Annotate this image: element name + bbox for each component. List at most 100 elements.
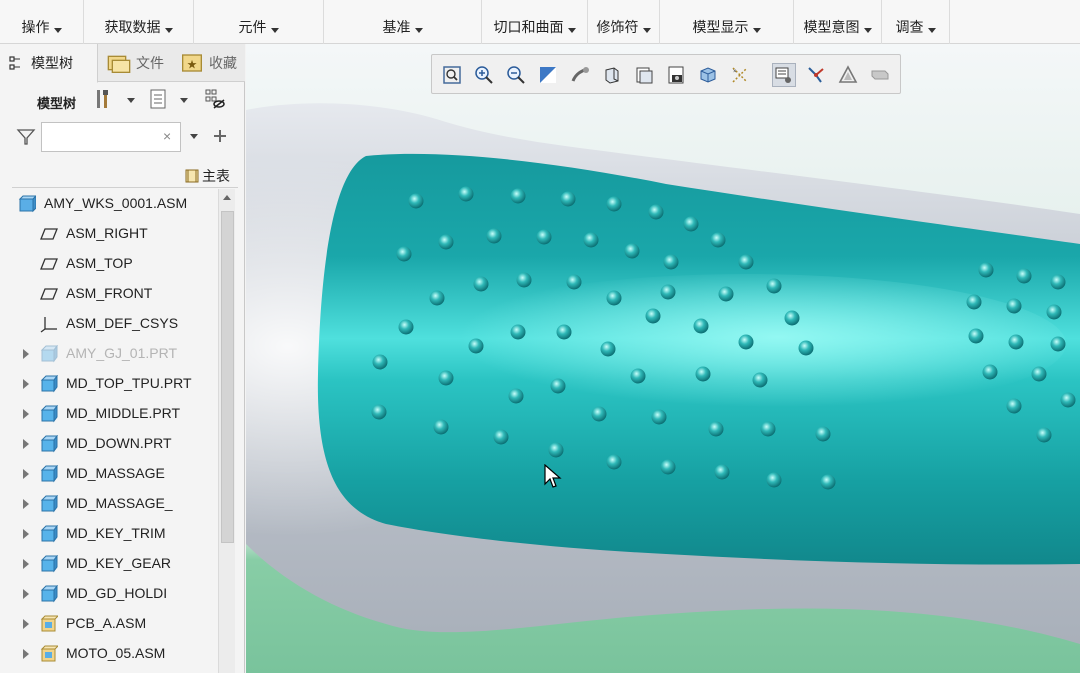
view-manager-button[interactable] bbox=[664, 63, 688, 87]
tree-filter-display-icon[interactable] bbox=[204, 88, 226, 110]
panel-tabs: 模型树 文件 ★ 收藏 bbox=[0, 44, 245, 83]
tab-folder-browser[interactable]: 文件 bbox=[99, 44, 169, 82]
annotation-display-button[interactable] bbox=[772, 63, 796, 87]
nodule bbox=[508, 388, 524, 404]
filter-icon[interactable] bbox=[16, 127, 36, 147]
tree-item[interactable]: ASM_RIGHT bbox=[12, 219, 217, 249]
datum-plane-icon bbox=[40, 288, 58, 300]
part-icon bbox=[40, 375, 58, 393]
subassembly-icon bbox=[40, 615, 58, 632]
tree-item[interactable]: MD_KEY_TRIM bbox=[12, 519, 217, 549]
tree-item-label: ASM_DEF_CSYS bbox=[66, 315, 179, 331]
tab-label: 收藏 bbox=[209, 55, 237, 71]
tree-item[interactable]: MD_GD_HOLDI bbox=[12, 579, 217, 609]
tree-item[interactable]: MD_MASSAGE bbox=[12, 459, 217, 489]
nodule bbox=[1031, 366, 1047, 382]
tree-item[interactable]: MD_DOWN.PRT bbox=[12, 429, 217, 459]
ribbon-component[interactable]: 元件 bbox=[194, 0, 324, 44]
chevron-down-icon bbox=[270, 28, 279, 33]
scroll-thumb[interactable] bbox=[221, 211, 234, 543]
tree-item[interactable]: MOTO_05.ASM bbox=[12, 639, 217, 669]
tab-model-tree[interactable]: 模型树 bbox=[0, 44, 98, 83]
nodule bbox=[708, 421, 724, 437]
zoom-out-button[interactable] bbox=[504, 63, 528, 87]
expand-arrow-icon[interactable] bbox=[23, 529, 29, 539]
settings-tools-icon[interactable] bbox=[93, 88, 115, 110]
nodule bbox=[648, 204, 664, 220]
ribbon-operations[interactable]: 操作 bbox=[0, 0, 84, 44]
tree-item[interactable]: MD_KEY_GEAR bbox=[12, 549, 217, 579]
model-tree-toolbar: 模型树 bbox=[0, 84, 245, 116]
tree-item-label: ASM_FRONT bbox=[66, 285, 153, 301]
show-options-icon[interactable] bbox=[148, 88, 170, 110]
refit-icon bbox=[443, 66, 461, 84]
ribbon-cut-surface[interactable]: 切口和曲面 bbox=[482, 0, 588, 44]
nodule bbox=[550, 378, 566, 394]
chevron-down-icon[interactable] bbox=[190, 134, 198, 139]
ribbon-get-data[interactable]: 获取数据 bbox=[84, 0, 194, 44]
perspective-button[interactable] bbox=[696, 63, 720, 87]
nodule bbox=[820, 474, 836, 490]
expand-arrow-icon[interactable] bbox=[23, 379, 29, 389]
column-header-main[interactable]: 主表 bbox=[184, 166, 230, 186]
ribbon-investigate[interactable]: 调查 bbox=[882, 0, 950, 44]
zoom-in-button[interactable] bbox=[472, 63, 496, 87]
chevron-down-icon bbox=[567, 28, 576, 33]
pan-button[interactable] bbox=[568, 63, 592, 87]
tab-favorites[interactable]: ★ 收藏 bbox=[172, 44, 245, 82]
tree-item[interactable]: PCB_A.ASM bbox=[12, 609, 217, 639]
tree-item[interactable]: MD_MIDDLE.PRT bbox=[12, 399, 217, 429]
expand-arrow-icon[interactable] bbox=[23, 409, 29, 419]
tree-item[interactable]: AMY_WKS_0001.ASM bbox=[12, 189, 217, 219]
spin-center-button[interactable] bbox=[804, 63, 828, 87]
repaint-button[interactable] bbox=[536, 63, 560, 87]
expand-arrow-icon[interactable] bbox=[23, 559, 29, 569]
ribbon-modifiers[interactable]: 修饰符 bbox=[588, 0, 660, 44]
tree-scrollbar[interactable] bbox=[218, 189, 235, 673]
expand-arrow-icon[interactable] bbox=[23, 469, 29, 479]
tree-item[interactable]: ASM_TOP bbox=[12, 249, 217, 279]
model-tree-panel: 模型树 文件 ★ 收藏 模型树 × 主表 AMY_WKS_0001.ASM AS… bbox=[0, 44, 245, 673]
nodule bbox=[1060, 392, 1076, 408]
csys-icon bbox=[40, 317, 57, 333]
tree-item[interactable]: ASM_FRONT bbox=[12, 279, 217, 309]
saved-views-button[interactable] bbox=[632, 63, 656, 87]
part-icon bbox=[40, 495, 58, 513]
add-filter-icon[interactable] bbox=[212, 128, 228, 144]
tree-item[interactable]: AMY_GJ_01.PRT bbox=[12, 339, 217, 369]
chevron-down-icon[interactable] bbox=[127, 98, 135, 103]
view-manager-icon bbox=[668, 66, 684, 84]
part-icon bbox=[40, 585, 58, 603]
datum-display-button[interactable]: × bbox=[728, 63, 752, 87]
tree-item[interactable]: ASM_DEF_CSYS bbox=[12, 309, 217, 339]
tree-item-label: AMY_WKS_0001.ASM bbox=[44, 195, 188, 211]
tree-search-input[interactable] bbox=[41, 122, 181, 152]
nodule bbox=[548, 442, 564, 458]
repaint-icon bbox=[540, 67, 556, 83]
ribbon-model-display[interactable]: 模型显示 bbox=[660, 0, 794, 44]
ribbon-datum[interactable]: 基准 bbox=[324, 0, 482, 44]
scroll-up-icon[interactable] bbox=[223, 195, 231, 200]
expand-arrow-icon[interactable] bbox=[23, 349, 29, 359]
appearance-button[interactable] bbox=[868, 63, 892, 87]
tree-item-label: MD_MIDDLE.PRT bbox=[66, 405, 181, 421]
tree-item[interactable]: MD_MASSAGE_ bbox=[12, 489, 217, 519]
clear-search-icon[interactable]: × bbox=[163, 128, 171, 144]
chevron-down-icon[interactable] bbox=[180, 98, 188, 103]
refit-button[interactable] bbox=[440, 63, 464, 87]
expand-arrow-icon[interactable] bbox=[23, 619, 29, 629]
nodule bbox=[766, 472, 782, 488]
ribbon-model-intent[interactable]: 模型意图 bbox=[794, 0, 882, 44]
expand-arrow-icon[interactable] bbox=[23, 499, 29, 509]
graphics-viewport[interactable] bbox=[246, 44, 1080, 673]
expand-arrow-icon[interactable] bbox=[23, 649, 29, 659]
tree-item[interactable]: MD_TOP_TPU.PRT bbox=[12, 369, 217, 399]
expand-arrow-icon[interactable] bbox=[23, 439, 29, 449]
ribbon-group-label: 修饰符 bbox=[596, 19, 639, 35]
nodule bbox=[458, 186, 474, 202]
expand-arrow-icon[interactable] bbox=[23, 589, 29, 599]
nodule bbox=[738, 334, 754, 350]
ribbon-group-label: 基准 bbox=[382, 19, 411, 35]
wireframe-button[interactable] bbox=[836, 63, 860, 87]
display-style-button[interactable] bbox=[600, 63, 624, 87]
